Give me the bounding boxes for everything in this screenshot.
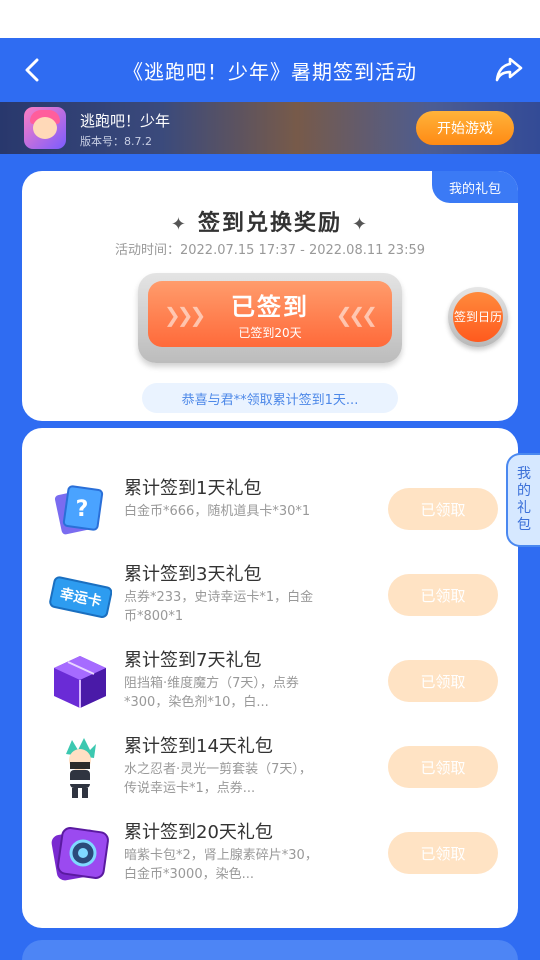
title-bar: 《逃跑吧！少年》暑期签到活动 bbox=[0, 38, 540, 102]
claimed-button[interactable]: 已领取 bbox=[388, 488, 498, 530]
status-bar bbox=[0, 0, 540, 38]
sparkle-icon: ✦ bbox=[352, 214, 370, 235]
activity-time: 活动时间：2022.07.15 17:37 - 2022.08.11 23:59 bbox=[114, 243, 425, 258]
signed-days-label: 已签到20天 bbox=[238, 326, 302, 340]
signin-card: 我的礼包 ✦ 签到兑换奖励 ✦ 活动时间：2022.07.15 17:37 - 20… bbox=[22, 171, 518, 421]
lucky-card-icon: 幸运卡 bbox=[48, 564, 113, 628]
reward-title: 累计签到7天礼包 bbox=[124, 650, 262, 671]
reward-title: 累计签到14天礼包 bbox=[124, 736, 273, 757]
list-item: 累计签到20天礼包 暗紫卡包*2，肾上腺素碎片*30，白金币*3000，染色..… bbox=[22, 816, 518, 902]
reward-desc: 阻挡箱·维度魔方（7天），点券*300，染色剂*10，白... bbox=[124, 676, 299, 710]
my-gifts-side-tab[interactable]: 我的礼包 bbox=[506, 453, 540, 547]
purple-cube-icon bbox=[48, 650, 112, 714]
ninja-character-icon bbox=[48, 736, 112, 800]
signed-in-label: 已签到 bbox=[231, 293, 309, 321]
reward-desc: 白金币*666，随机道具卡*30*1 bbox=[124, 504, 311, 519]
arrow-decoration-icon: ❯❯❯ bbox=[164, 303, 206, 327]
signin-button-frame: ❯❯❯ 已签到 已签到20天 ❮❮❮ bbox=[138, 273, 402, 363]
sparkle-icon: ✦ bbox=[170, 214, 188, 235]
game-banner: 逃跑吧！少年 版本号：8.7.2 开始游戏 bbox=[0, 102, 540, 154]
signed-in-button[interactable]: ❯❯❯ 已签到 已签到20天 ❮❮❮ bbox=[148, 281, 392, 347]
my-gifts-tab[interactable]: 我的礼包 bbox=[432, 171, 518, 203]
svg-text:?: ? bbox=[76, 497, 89, 522]
game-app-icon bbox=[24, 107, 66, 149]
next-card-edge bbox=[22, 940, 518, 960]
share-icon[interactable] bbox=[494, 54, 524, 84]
signin-calendar-button[interactable]: 签到日历 bbox=[448, 287, 508, 347]
arrow-decoration-icon: ❮❮❮ bbox=[335, 303, 378, 327]
signin-calendar-label: 签到日历 bbox=[453, 292, 503, 342]
reward-title: 累计签到20天礼包 bbox=[124, 822, 273, 843]
reward-desc: 水之忍者·灵光一剪套装（7天），传说幸运卡*1，点券... bbox=[124, 762, 312, 796]
game-name: 逃跑吧！少年 bbox=[80, 112, 171, 130]
game-version: 版本号：8.7.2 bbox=[80, 135, 152, 148]
claimed-button[interactable]: 已领取 bbox=[388, 660, 498, 702]
page-title: 《逃跑吧！少年》暑期签到活动 bbox=[123, 59, 417, 84]
purple-card-pack-icon bbox=[48, 822, 112, 886]
reward-title: 累计签到1天礼包 bbox=[124, 478, 262, 499]
list-item: ? 累计签到1天礼包 白金币*666，随机道具卡*30*1 已领取 bbox=[22, 472, 518, 558]
list-item: 累计签到7天礼包 阻挡箱·维度魔方（7天），点券*300，染色剂*10，白...… bbox=[22, 644, 518, 730]
claimed-button[interactable]: 已领取 bbox=[388, 574, 498, 616]
chevron-left-icon[interactable] bbox=[18, 56, 46, 84]
reward-desc: 暗紫卡包*2，肾上腺素碎片*30，白金币*3000，染色... bbox=[124, 848, 318, 882]
signin-title-text: 签到兑换奖励 bbox=[197, 211, 342, 236]
list-item: 累计签到14天礼包 水之忍者·灵光一剪套装（7天），传说幸运卡*1，点券... … bbox=[22, 730, 518, 816]
list-item: 幸运卡 累计签到3天礼包 点券*233，史诗幸运卡*1，白金币*800*1 已领… bbox=[22, 558, 518, 644]
claimed-button[interactable]: 已领取 bbox=[388, 832, 498, 874]
start-game-button[interactable]: 开始游戏 bbox=[416, 111, 514, 145]
claimed-button[interactable]: 已领取 bbox=[388, 746, 498, 788]
reward-desc: 点券*233，史诗幸运卡*1，白金币*800*1 bbox=[124, 590, 314, 624]
claim-notice: 恭喜与君**领取累计签到1天... bbox=[142, 383, 398, 413]
reward-title: 累计签到3天礼包 bbox=[124, 564, 262, 585]
reward-list: ? 累计签到1天礼包 白金币*666，随机道具卡*30*1 已领取 幸运卡 累计… bbox=[22, 428, 518, 928]
signin-title: ✦ 签到兑换奖励 ✦ bbox=[22, 205, 518, 237]
mystery-card-icon: ? bbox=[48, 478, 112, 542]
